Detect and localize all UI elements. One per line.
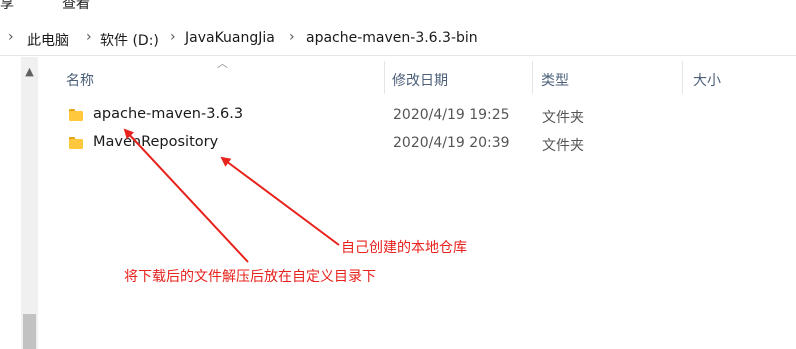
- annotation-arrows: [123, 128, 340, 263]
- annotation-local-repo: 自己创建的本地仓库: [341, 240, 467, 256]
- arrow-to-maven-repository: [220, 156, 340, 246]
- annotation-extract-note: 将下载后的文件解压后放在自定义目录下: [124, 269, 376, 285]
- arrow-to-apache-maven: [123, 128, 249, 263]
